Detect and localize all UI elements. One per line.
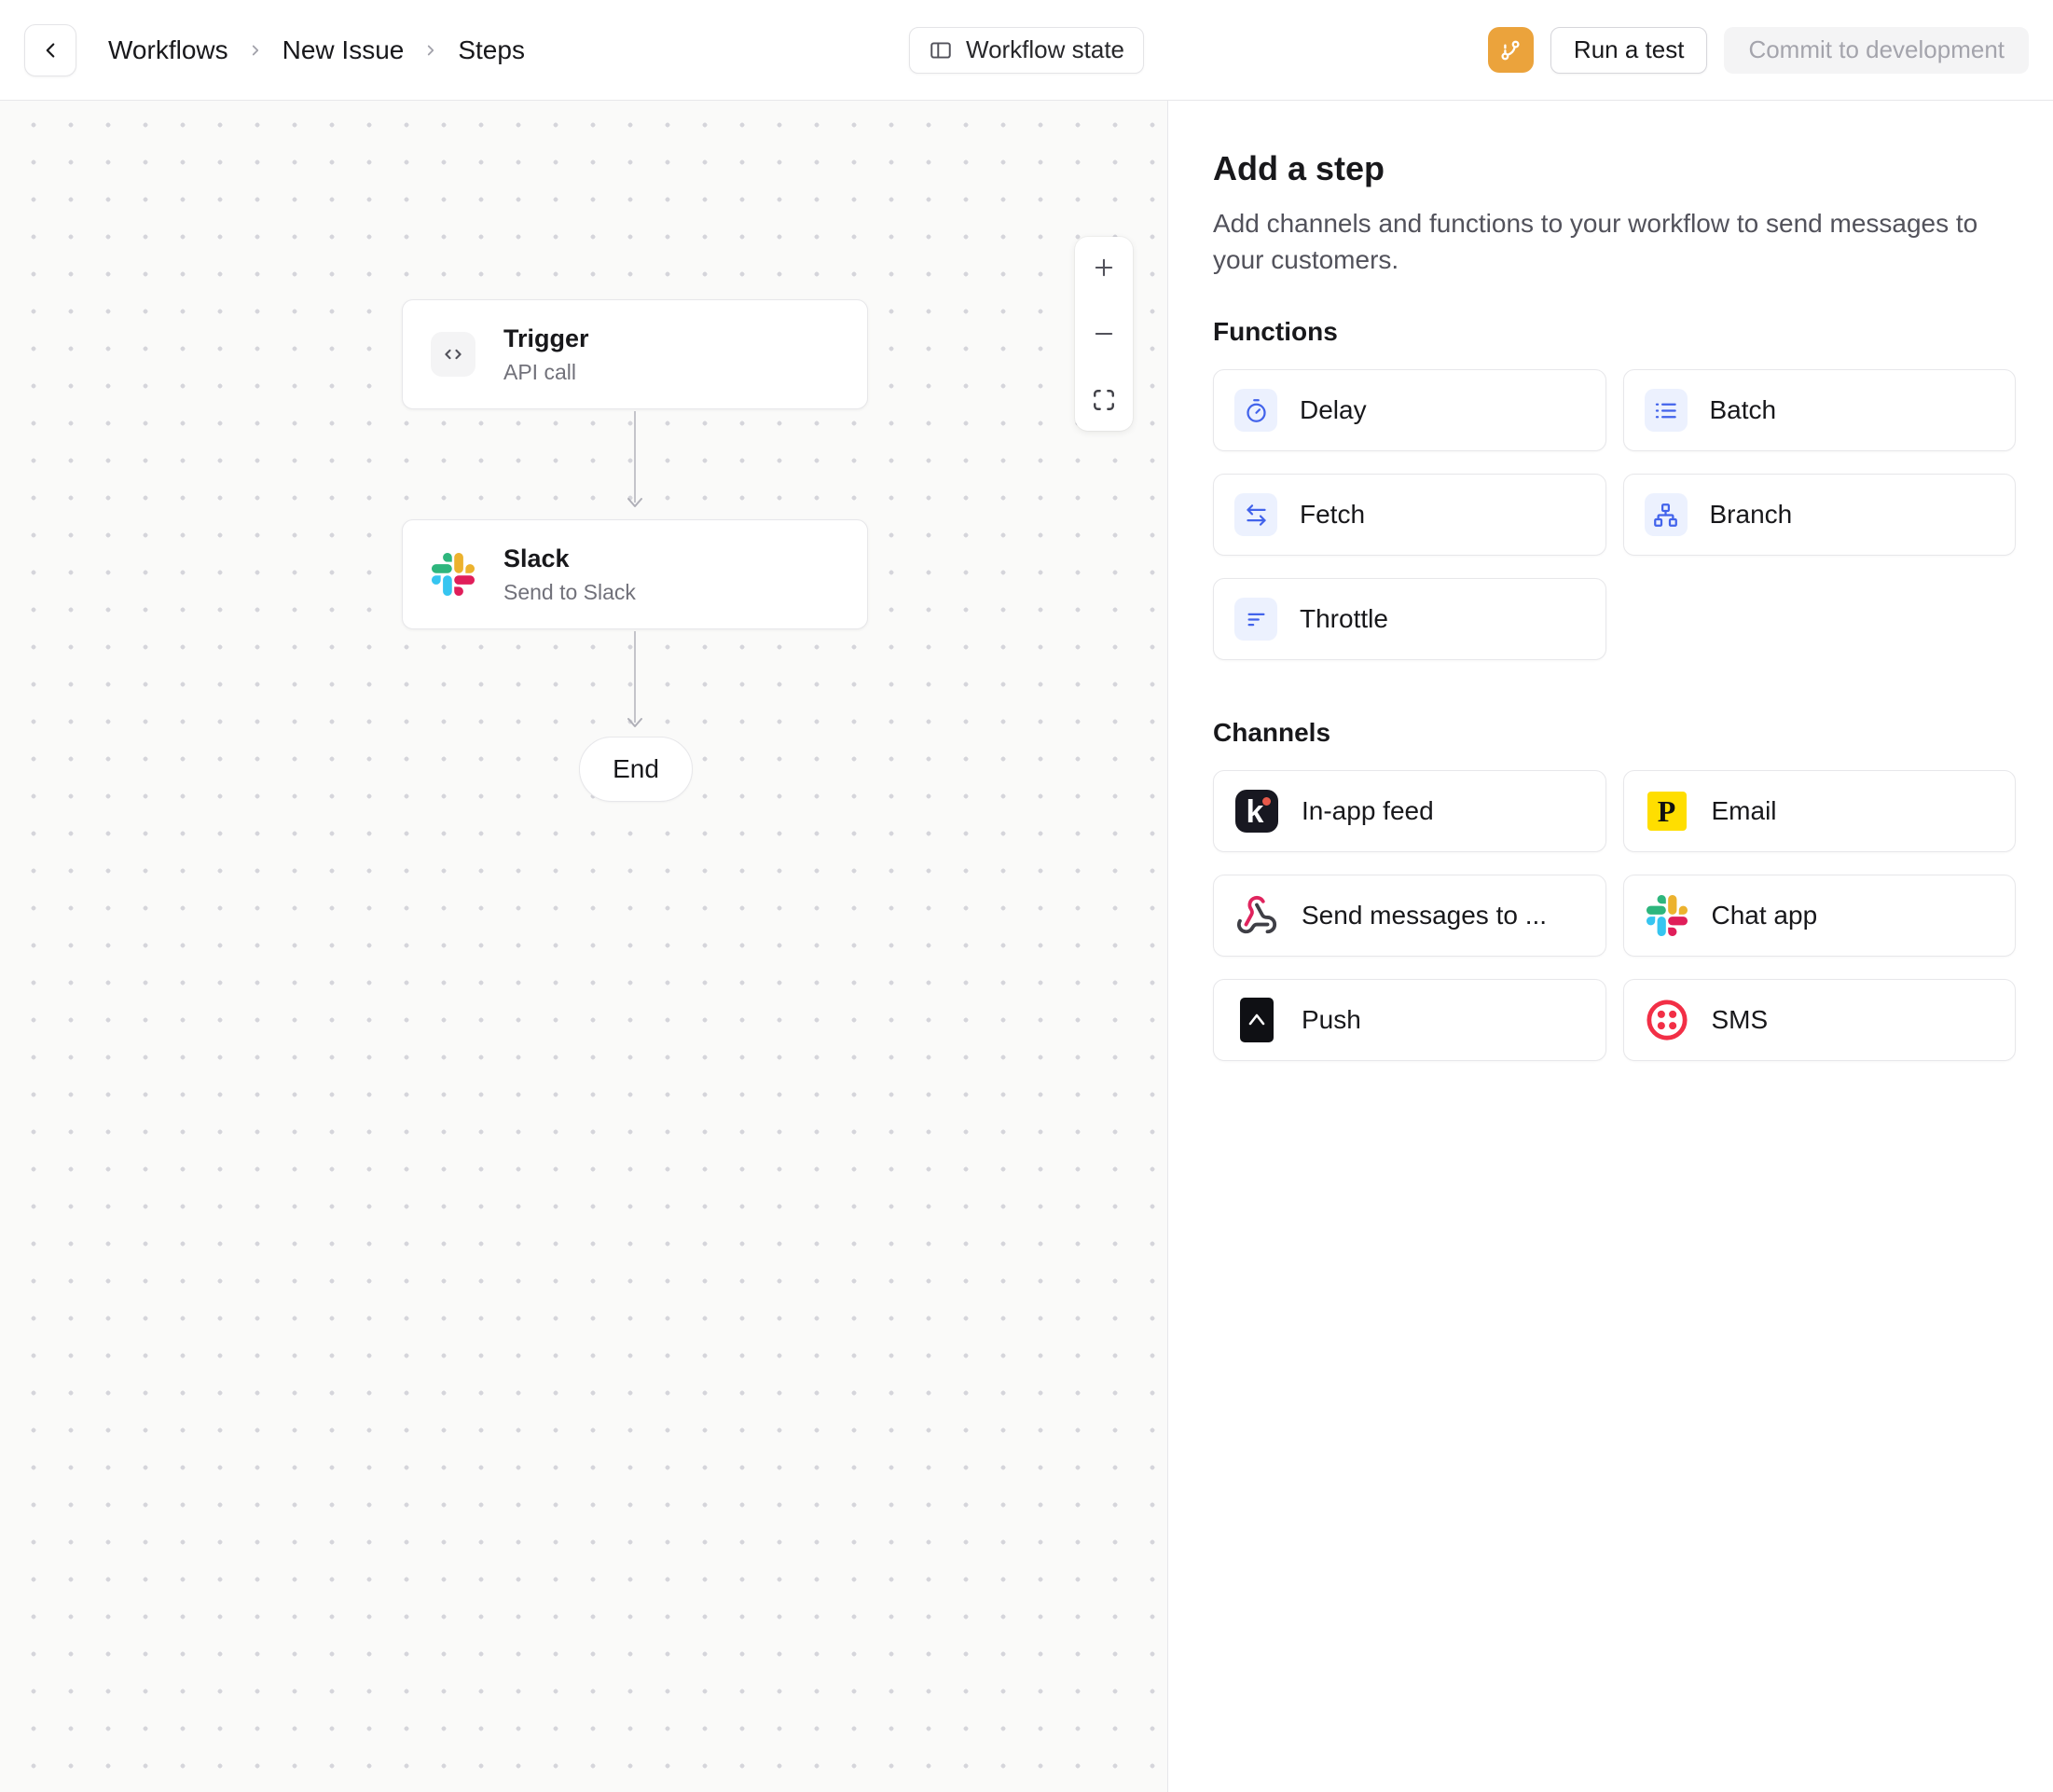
canvas-controls [1075, 237, 1133, 431]
plus-icon [1091, 255, 1117, 281]
node-title: Trigger [503, 324, 589, 353]
card-label: Email [1712, 796, 1777, 826]
postmark-icon: P [1645, 789, 1689, 834]
chevron-left-icon [38, 38, 62, 62]
webhook-icon [1234, 893, 1279, 938]
breadcrumb-workflows[interactable]: Workflows [108, 35, 228, 65]
slack-icon [1645, 893, 1689, 938]
expo-caret-icon [1234, 998, 1279, 1042]
workflow-canvas[interactable]: Trigger API call Slack Send to Slack End [0, 101, 1167, 1792]
channel-card-in-app-feed[interactable]: k In-app feed [1213, 770, 1606, 852]
arrow-down-icon [626, 716, 644, 729]
channel-card-webhook[interactable]: Send messages to ... [1213, 875, 1606, 957]
twilio-icon [1645, 998, 1689, 1042]
workflow-state-button[interactable]: Workflow state [909, 27, 1144, 74]
side-panel-icon [929, 38, 953, 62]
connector-line [634, 411, 636, 503]
fit-view-button[interactable] [1088, 384, 1120, 416]
workflow-state-label: Workflow state [966, 35, 1124, 64]
breadcrumb-steps: Steps [458, 35, 525, 65]
card-label: Fetch [1300, 500, 1365, 530]
add-step-panel: Add a step Add channels and functions to… [1167, 101, 2053, 1792]
functions-section-label: Functions [1213, 317, 2016, 347]
card-label: Send messages to ... [1302, 901, 1547, 930]
node-subtitle: Send to Slack [503, 580, 636, 605]
node-text: Trigger API call [503, 324, 589, 385]
git-branch-icon [1497, 37, 1523, 63]
node-text: Slack Send to Slack [503, 544, 636, 605]
node-slack[interactable]: Slack Send to Slack [402, 519, 868, 629]
card-label: In-app feed [1302, 796, 1434, 826]
function-card-throttle[interactable]: Throttle [1213, 578, 1606, 660]
commit-to-development-button[interactable]: Commit to development [1724, 27, 2029, 74]
top-bar: Workflows New Issue Steps Workflow state… [0, 0, 2053, 101]
chevron-right-icon [422, 42, 439, 59]
panel-title: Add a step [1213, 149, 2016, 188]
channel-card-push[interactable]: Push [1213, 979, 1606, 1061]
card-label: Branch [1710, 500, 1793, 530]
maximize-icon [1092, 388, 1116, 412]
channels-section-label: Channels [1213, 718, 2016, 748]
node-end[interactable]: End [579, 737, 693, 802]
back-button[interactable] [24, 24, 76, 76]
card-label: SMS [1712, 1005, 1769, 1035]
node-subtitle: API call [503, 360, 589, 385]
panel-description: Add channels and functions to your workf… [1213, 205, 1996, 278]
minus-icon [1091, 321, 1117, 347]
channel-card-chat-app[interactable]: Chat app [1623, 875, 2017, 957]
end-label: End [613, 754, 659, 784]
timer-icon [1234, 389, 1277, 432]
channel-card-sms[interactable]: SMS [1623, 979, 2017, 1061]
breadcrumb-new-issue[interactable]: New Issue [282, 35, 405, 65]
zoom-out-button[interactable] [1088, 318, 1120, 350]
card-label: Delay [1300, 395, 1367, 425]
function-card-batch[interactable]: Batch [1623, 369, 2017, 451]
node-trigger[interactable]: Trigger API call [402, 299, 868, 409]
functions-grid: Delay Batch Fetch Branch Throttle [1213, 369, 2016, 660]
sitemap-icon [1645, 493, 1688, 536]
chevron-right-icon [247, 42, 264, 59]
commit-log-button[interactable] [1488, 27, 1534, 73]
header-actions: Run a test Commit to development [1488, 27, 2029, 74]
card-label: Push [1302, 1005, 1361, 1035]
arrow-down-icon [626, 496, 644, 509]
zoom-in-button[interactable] [1088, 252, 1120, 283]
list-icon [1645, 389, 1688, 432]
card-label: Throttle [1300, 604, 1388, 634]
run-test-button[interactable]: Run a test [1550, 27, 1708, 74]
slack-icon [431, 552, 475, 597]
card-label: Chat app [1712, 901, 1818, 930]
filter-lines-icon [1234, 598, 1277, 641]
connector-line [634, 631, 636, 723]
node-title: Slack [503, 544, 636, 573]
run-test-label: Run a test [1574, 35, 1685, 64]
commit-label: Commit to development [1748, 35, 2005, 64]
channels-grid: k In-app feed P Email Send messages to .… [1213, 770, 2016, 1061]
knock-icon: k [1234, 789, 1279, 834]
function-card-branch[interactable]: Branch [1623, 474, 2017, 556]
function-card-fetch[interactable]: Fetch [1213, 474, 1606, 556]
card-label: Batch [1710, 395, 1777, 425]
function-card-delay[interactable]: Delay [1213, 369, 1606, 451]
channel-card-email[interactable]: P Email [1623, 770, 2017, 852]
code-icon [431, 332, 475, 377]
breadcrumb: Workflows New Issue Steps [108, 35, 525, 65]
arrows-left-right-icon [1234, 493, 1277, 536]
